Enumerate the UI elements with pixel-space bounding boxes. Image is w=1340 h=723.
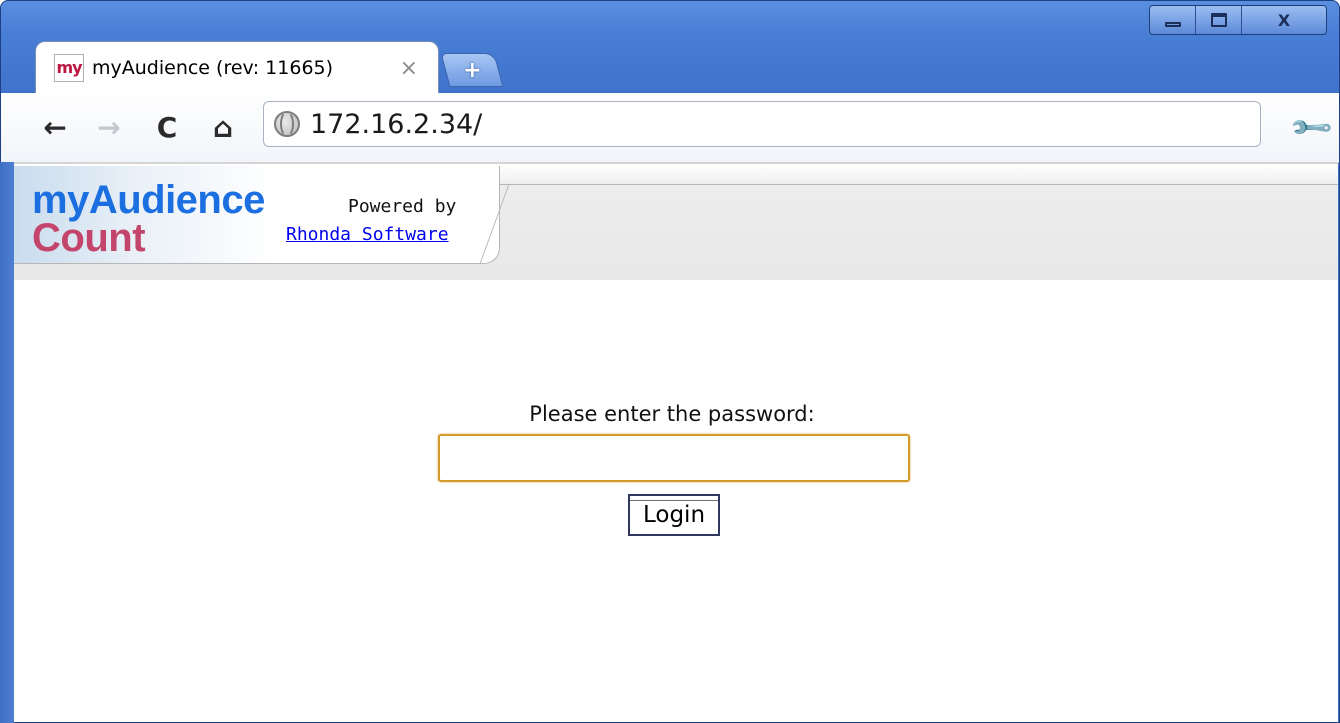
minimize-button[interactable] <box>1150 6 1196 34</box>
home-icon: ⌂ <box>212 110 234 144</box>
logo-text-bottom: Count <box>32 216 146 260</box>
powered-by-label: Powered by <box>348 196 457 217</box>
password-field[interactable] <box>438 434 910 482</box>
site-header: myAudience Count Powered by Rhonda Softw… <box>14 162 1338 280</box>
logo-panel: myAudience Count Powered by Rhonda Softw… <box>14 166 500 264</box>
tab-title: myAudience (rev: 11665) <box>92 56 334 79</box>
close-window-button[interactable]: X <box>1242 6 1326 34</box>
maximize-button[interactable] <box>1196 6 1242 34</box>
address-bar[interactable]: 172.16.2.34/ <box>263 101 1261 147</box>
minimize-icon <box>1164 21 1181 27</box>
window-controls: X <box>1149 5 1327 35</box>
maximize-icon <box>1210 13 1227 27</box>
login-button[interactable]: Login <box>628 494 720 536</box>
tab-myaudience[interactable]: my myAudience (rev: 11665) × <box>35 41 439 93</box>
tab-close-icon[interactable]: × <box>400 56 418 81</box>
plus-icon: + <box>462 57 482 83</box>
forward-arrow-icon: → <box>97 110 121 144</box>
header-divider <box>500 184 1338 185</box>
wrench-icon[interactable]: 🔧 <box>1288 104 1336 152</box>
reload-icon: C <box>156 110 178 144</box>
favicon-icon: my <box>54 53 84 82</box>
vendor-link[interactable]: Rhonda Software <box>286 224 449 245</box>
new-tab-button[interactable]: + <box>440 53 504 87</box>
close-icon: X <box>1277 10 1291 30</box>
url-text[interactable]: 172.16.2.34/ <box>310 109 482 140</box>
password-prompt: Please enter the password: <box>529 402 815 426</box>
back-arrow-icon: ← <box>43 110 67 144</box>
browser-toolbar: ← → C ⌂ 172.16.2.34/ 🔧 <box>1 93 1339 163</box>
forward-button[interactable]: → <box>91 109 127 145</box>
globe-icon <box>274 111 300 137</box>
reload-button[interactable]: C <box>149 109 185 145</box>
window-left-border <box>0 162 14 723</box>
logo-text-top: myAudience <box>32 178 265 222</box>
home-button[interactable]: ⌂ <box>205 109 241 145</box>
page-content: myAudience Count Powered by Rhonda Softw… <box>14 162 1338 722</box>
back-button[interactable]: ← <box>37 109 73 145</box>
